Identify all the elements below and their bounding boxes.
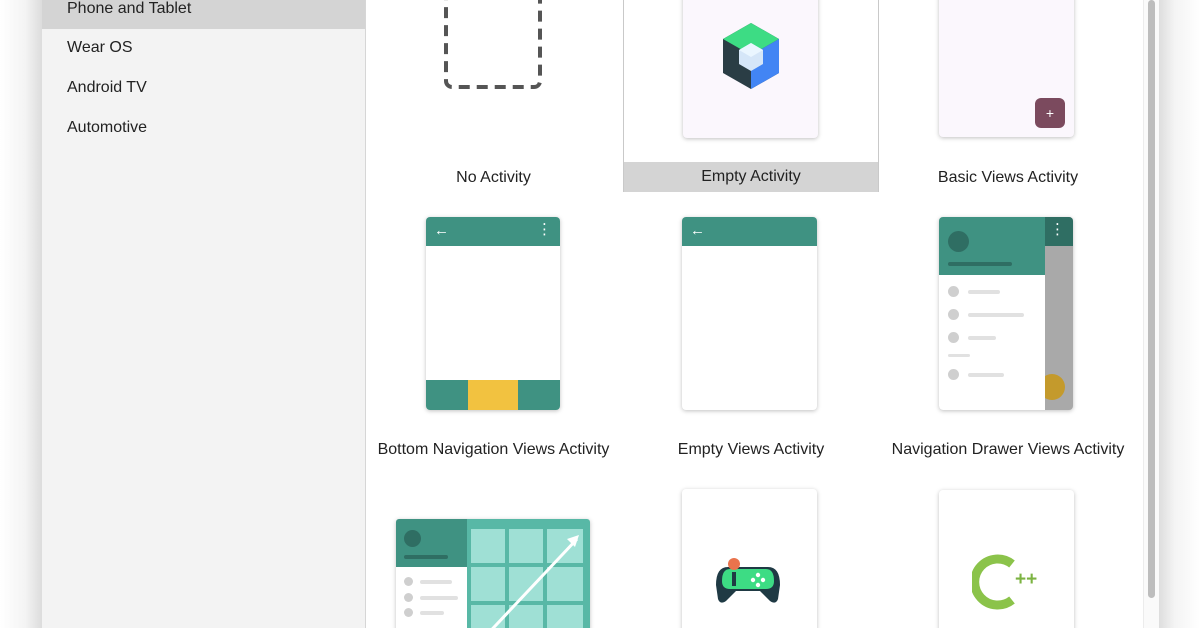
drawer-item-line [968,373,1004,377]
drawer-item-icon [948,309,959,320]
template-empty-activity[interactable]: Empty Activity [623,0,879,192]
phone-preview: ← [682,217,817,410]
drawer-avatar-icon [948,231,969,252]
bottom-navigation-bar [426,380,560,410]
back-arrow-icon: ← [434,222,449,239]
drawer-item-line [968,313,1024,317]
no-activity-dashed-phone-icon [444,0,542,89]
phone-preview [683,0,818,138]
overflow-menu-icon: ⋮ [1050,221,1065,238]
drawer-item-icon [948,286,959,297]
drawer-item-icon [948,369,959,380]
template-empty-views-activity[interactable]: ← Empty Views Activity [623,205,879,467]
phone-preview: ++ [939,490,1074,628]
drawer-divider [948,354,970,357]
responsive-grid-icon [467,519,590,628]
tablet-preview [396,519,590,628]
template-label: No Activity [456,169,531,186]
template-label: Basic Views Activity [937,169,1079,186]
scrim-app-bar: ⋮ [1045,217,1073,246]
list-item-icon [404,608,413,617]
template-label: Empty Views Activity [677,441,825,458]
window-shadow-right [1158,0,1200,628]
template-game-activity[interactable] [623,478,879,628]
bottom-navigation-selected-item [468,380,518,410]
drawer-header [939,217,1045,275]
list-item-line [420,596,458,600]
list-pane-header-line [404,555,448,559]
template-responsive-views-activity[interactable] [366,478,621,628]
jetpack-compose-icon [723,23,779,89]
list-pane-header [396,519,467,567]
vertical-scrollbar[interactable] [1143,0,1159,628]
template-basic-views-activity[interactable]: + Basic Views Activity [880,0,1136,192]
template-no-activity[interactable]: No Activity [366,0,621,192]
phone-preview: ← ⋮ [426,217,560,410]
template-bottom-navigation-views-activity[interactable]: ← ⋮ Bottom Navigation Views Activity [366,205,621,467]
gamepad-icon [716,558,780,603]
overflow-menu-icon: ⋮ [537,221,552,238]
list-item-icon [404,577,413,586]
drawer-item-line [968,290,1000,294]
app-bar: ← [682,217,817,246]
list-item-line [420,580,452,584]
template-label: Empty Activity [624,162,878,192]
sidebar-item-android-tv[interactable]: Android TV [42,68,365,108]
drawer-item-line [968,336,996,340]
template-gallery: No Activity Empty Activity + Basic Views… [366,0,1142,628]
fab-plus-icon: + [1035,98,1065,128]
drawer-header-line [948,262,1012,266]
phone-preview: + [939,0,1074,137]
navigation-drawer [939,217,1045,410]
device-category-sidebar: Phone and Tablet Wear OS Android TV Auto… [42,0,366,628]
scrollbar-thumb[interactable] [1148,0,1155,598]
sidebar-item-wear-os[interactable]: Wear OS [42,28,365,68]
sidebar-item-automotive[interactable]: Automotive [42,108,365,148]
phone-preview [682,489,817,628]
cpp-logo-icon [972,554,1015,610]
back-arrow-icon: ← [690,222,705,239]
phone-preview: ⋮ [939,217,1073,410]
template-navigation-drawer-views-activity[interactable]: ⋮ Navigation Drawer Views Activity [880,205,1136,467]
list-item-icon [404,593,413,602]
sidebar-item-phone-and-tablet[interactable]: Phone and Tablet [42,0,365,29]
template-label: Navigation Drawer Views Activity [891,441,1125,458]
template-native-cpp[interactable]: ++ [880,478,1136,628]
app-bar: ← ⋮ [426,217,560,246]
drawer-item-icon [948,332,959,343]
template-label: Bottom Navigation Views Activity [377,441,610,458]
window-shadow-left [0,0,42,628]
cpp-plus-signs: ++ [1015,569,1038,590]
list-item-line [420,611,444,615]
list-pane-avatar-icon [404,530,421,547]
